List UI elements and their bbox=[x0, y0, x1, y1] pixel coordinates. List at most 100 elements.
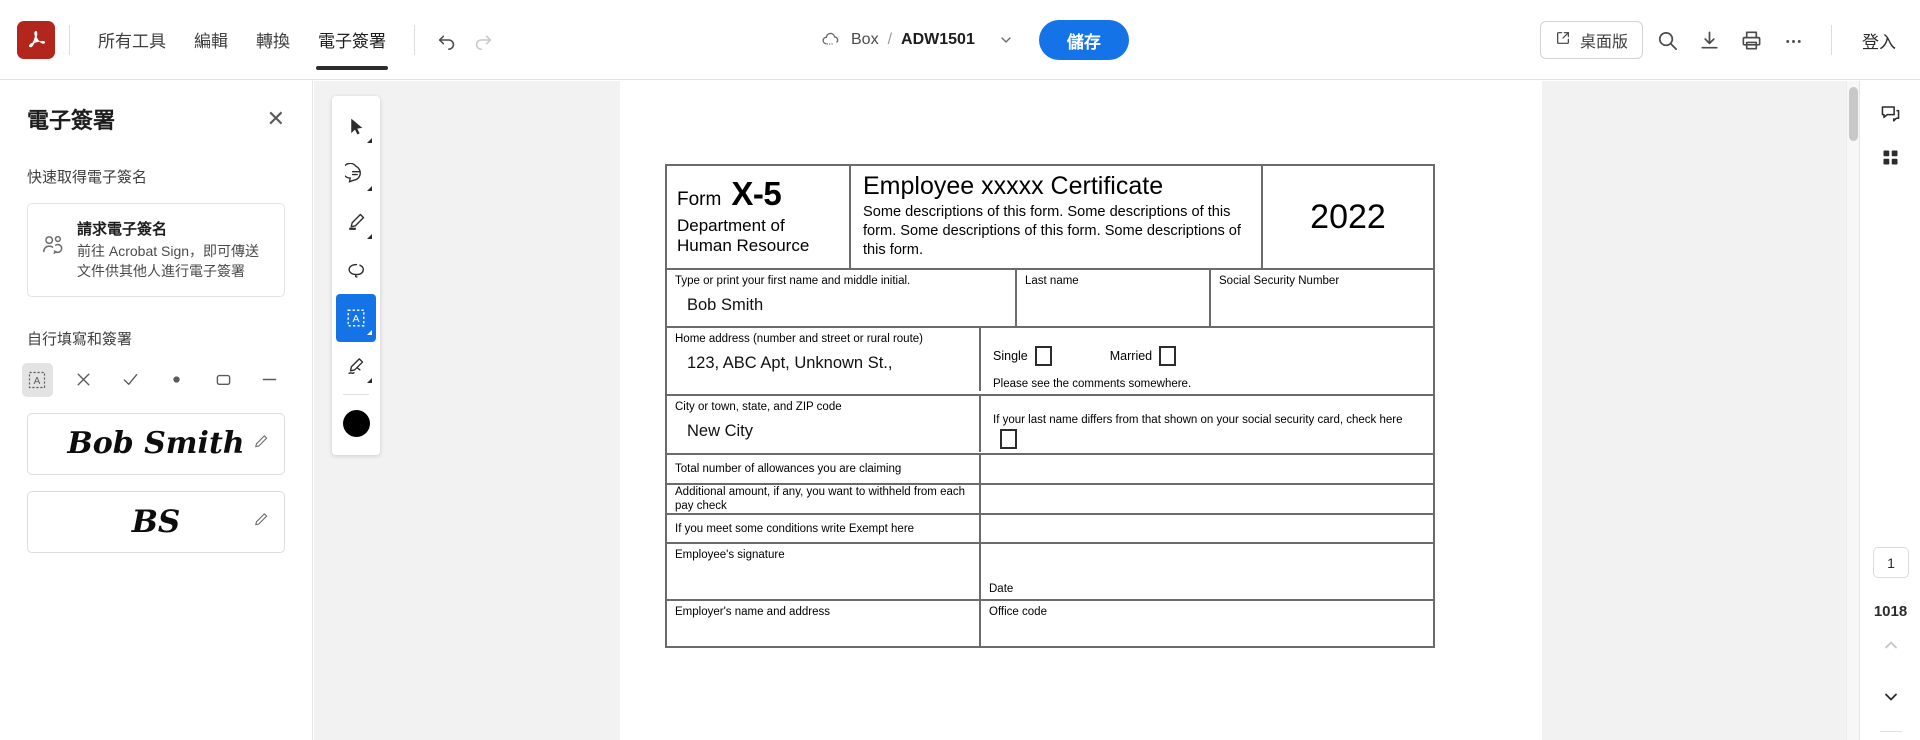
field-allowances-label-cell: Total number of allowances you are claim… bbox=[667, 455, 981, 484]
pencil-icon[interactable] bbox=[252, 510, 270, 533]
line-icon bbox=[262, 379, 277, 381]
highlight-tool[interactable] bbox=[336, 198, 376, 246]
next-page-button[interactable] bbox=[1860, 687, 1920, 712]
search-button[interactable] bbox=[1649, 22, 1685, 58]
breadcrumb-storage[interactable]: Box bbox=[851, 31, 879, 49]
signature-tool[interactable] bbox=[336, 342, 376, 390]
current-page-input[interactable]: 1 bbox=[1873, 547, 1909, 578]
undo-button[interactable] bbox=[429, 22, 465, 58]
field-allowances-value-cell[interactable] bbox=[981, 455, 1433, 483]
tab-edit-label: 編輯 bbox=[194, 32, 228, 51]
field-allowances-label: Total number of allowances you are claim… bbox=[675, 463, 902, 476]
rectangle-tool[interactable] bbox=[208, 363, 239, 397]
single-checkbox[interactable] bbox=[1034, 346, 1052, 367]
field-employer[interactable]: Employer's name and address bbox=[667, 601, 981, 647]
field-city-value: New City bbox=[687, 422, 754, 441]
download-button[interactable] bbox=[1691, 22, 1727, 58]
add-text-tool[interactable]: A bbox=[22, 362, 53, 397]
field-ssn[interactable]: Social Security Number bbox=[1211, 270, 1433, 326]
tab-convert[interactable]: 轉換 bbox=[242, 0, 304, 80]
cloud-icon bbox=[820, 29, 842, 51]
select-tool[interactable] bbox=[336, 102, 376, 150]
total-pages-label: 1018 bbox=[1873, 603, 1908, 620]
field-additional-amount-label: Additional amount, if any, you want to w… bbox=[675, 486, 966, 513]
form-year: 2022 bbox=[1310, 197, 1386, 236]
saved-signature-initials-text: BS bbox=[131, 503, 181, 540]
saved-signature-full[interactable]: Bob Smith bbox=[27, 412, 285, 475]
field-last-name[interactable]: Last name bbox=[1017, 270, 1211, 327]
single-label: Single bbox=[993, 349, 1028, 364]
toolbar-divider bbox=[343, 394, 369, 395]
field-first-name[interactable]: Type or print your first name and middle… bbox=[667, 270, 1017, 327]
toolbar-divider-3 bbox=[1831, 25, 1832, 55]
comment-tool[interactable] bbox=[336, 150, 376, 198]
form-title: Employee xxxxx Certificate bbox=[863, 172, 1164, 200]
comments-panel-icon bbox=[1881, 105, 1900, 122]
form-additional-amount-row: Additional amount, if any, you want to w… bbox=[667, 485, 1433, 516]
pencil-icon[interactable] bbox=[252, 432, 270, 455]
form-city-row: City or town, state, and ZIP code New Ci… bbox=[667, 396, 1433, 456]
chevron-down-icon[interactable] bbox=[998, 32, 1014, 48]
check-mark-icon bbox=[123, 374, 138, 386]
lastname-differs-checkbox[interactable] bbox=[1000, 429, 1017, 450]
previous-page-button[interactable] bbox=[1860, 635, 1920, 660]
field-last-name-label: Last name bbox=[1025, 275, 1079, 288]
save-button[interactable]: 儲存 bbox=[1038, 20, 1129, 60]
field-marital-status[interactable]: Single Married Please see the comments s… bbox=[981, 328, 1433, 394]
color-swatch-button[interactable] bbox=[336, 399, 376, 447]
tab-edit[interactable]: 編輯 bbox=[180, 0, 242, 80]
tab-e-sign-label: 電子簽署 bbox=[318, 32, 386, 51]
desktop-version-button[interactable]: 桌面版 bbox=[1539, 21, 1643, 59]
request-signature-title: 請求電子簽名 bbox=[77, 221, 168, 238]
check-mark-tool[interactable] bbox=[115, 363, 146, 397]
page-thumbnails-button[interactable] bbox=[1860, 135, 1920, 179]
form-word: Form bbox=[677, 189, 722, 210]
dot-tool[interactable] bbox=[162, 363, 193, 397]
close-icon[interactable]: ✕ bbox=[267, 108, 285, 130]
tab-e-sign[interactable]: 電子簽署 bbox=[304, 0, 400, 80]
draw-tool[interactable] bbox=[336, 246, 376, 294]
tab-all-tools[interactable]: 所有工具 bbox=[84, 0, 180, 80]
search-icon bbox=[1658, 31, 1677, 50]
fill-and-sign-tool[interactable]: A bbox=[336, 294, 376, 342]
saved-signature-initials[interactable]: BS bbox=[27, 490, 285, 553]
panel-header: 電子簽署 ✕ bbox=[0, 81, 312, 135]
form-allowances-row: Total number of allowances you are claim… bbox=[667, 455, 1433, 486]
more-options-button[interactable] bbox=[1775, 22, 1811, 58]
field-date[interactable]: Date bbox=[981, 544, 1433, 599]
field-additional-amount-value-cell[interactable] bbox=[981, 485, 1433, 513]
redo-button[interactable] bbox=[465, 22, 501, 58]
redo-icon bbox=[475, 35, 492, 50]
line-tool[interactable] bbox=[255, 363, 286, 397]
select-tool-caret bbox=[367, 138, 372, 143]
field-employee-signature[interactable]: Employee's signature bbox=[667, 544, 981, 600]
scrollbar-thumb[interactable] bbox=[1849, 87, 1858, 141]
field-first-name-value: Bob Smith bbox=[687, 296, 764, 315]
comments-panel-button[interactable] bbox=[1860, 91, 1920, 135]
cursor-arrow-icon bbox=[350, 118, 362, 135]
request-signature-card[interactable]: 請求電子簽名 前往 Acrobat Sign，即可傳送文件供其他人進行電子簽署 bbox=[27, 203, 285, 297]
print-button[interactable] bbox=[1733, 22, 1769, 58]
field-home-address[interactable]: Home address (number and street or rural… bbox=[667, 328, 981, 392]
field-city[interactable]: City or town, state, and ZIP code New Ci… bbox=[667, 396, 981, 453]
saved-signature-full-text: Bob Smith bbox=[67, 426, 245, 462]
pdf-page[interactable]: Form X-5 Department of Human Resource Em… bbox=[620, 81, 1542, 740]
toolbar-divider-2 bbox=[414, 24, 415, 55]
desktop-version-label: 桌面版 bbox=[1579, 34, 1628, 51]
field-office-code[interactable]: Office code bbox=[981, 601, 1433, 646]
field-lastname-differs[interactable]: If your last name differs from that show… bbox=[981, 396, 1433, 453]
form-header-center: Employee xxxxx Certificate Some descript… bbox=[851, 166, 1263, 269]
married-label: Married bbox=[1109, 349, 1153, 364]
married-checkbox[interactable] bbox=[1159, 346, 1177, 367]
cross-mark-tool[interactable] bbox=[69, 363, 100, 397]
right-sidebar: 1 1018 bbox=[1859, 81, 1920, 740]
field-exempt-value-cell[interactable] bbox=[981, 515, 1433, 542]
sign-in-button[interactable]: 登入 bbox=[1852, 28, 1906, 53]
field-office-code-label: Office code bbox=[989, 606, 1047, 619]
vertical-scrollbar[interactable] bbox=[1846, 81, 1859, 740]
field-additional-amount-label-cell: Additional amount, if any, you want to w… bbox=[667, 485, 981, 514]
breadcrumb-filename[interactable]: ADW1501 bbox=[901, 31, 975, 49]
chevron-up-icon bbox=[1884, 641, 1897, 649]
document-viewport[interactable]: Form X-5 Department of Human Resource Em… bbox=[314, 81, 1859, 740]
acrobat-logo[interactable] bbox=[17, 20, 55, 59]
